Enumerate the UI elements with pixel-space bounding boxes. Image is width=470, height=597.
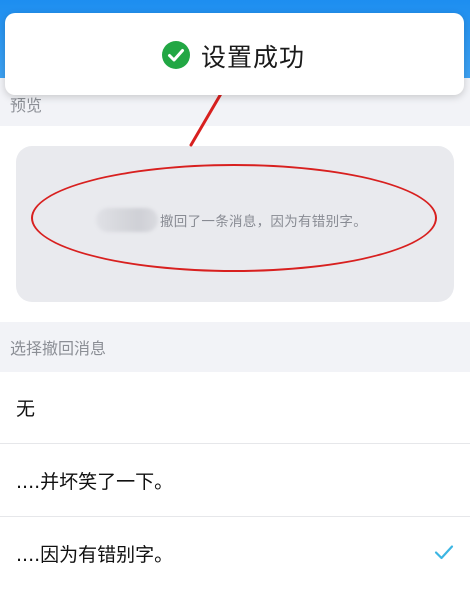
option-label: ....并坏笑了一下。: [16, 471, 174, 493]
red-annotation-ellipse: [31, 164, 437, 272]
success-toast: 设置成功: [5, 13, 464, 95]
option-item-none[interactable]: 无: [0, 372, 470, 444]
option-label: 无: [16, 398, 36, 420]
success-check-icon: [162, 41, 190, 69]
recall-option-list: 无 ....并坏笑了一下。 ....因为有错别字。: [0, 372, 470, 597]
choose-section-header: 选择撤回消息: [0, 322, 470, 372]
preview-section-label: 预览: [10, 96, 43, 115]
toast-message: 设置成功: [201, 43, 306, 72]
divider: [0, 516, 470, 517]
choose-section-label: 选择撤回消息: [10, 339, 107, 358]
divider: [0, 443, 470, 444]
option-item-smirk[interactable]: ....并坏笑了一下。: [0, 445, 470, 517]
option-item-typo[interactable]: ....因为有错别字。: [0, 518, 470, 590]
check-icon: [434, 545, 454, 560]
option-label: ....因为有错别字。: [16, 544, 174, 566]
